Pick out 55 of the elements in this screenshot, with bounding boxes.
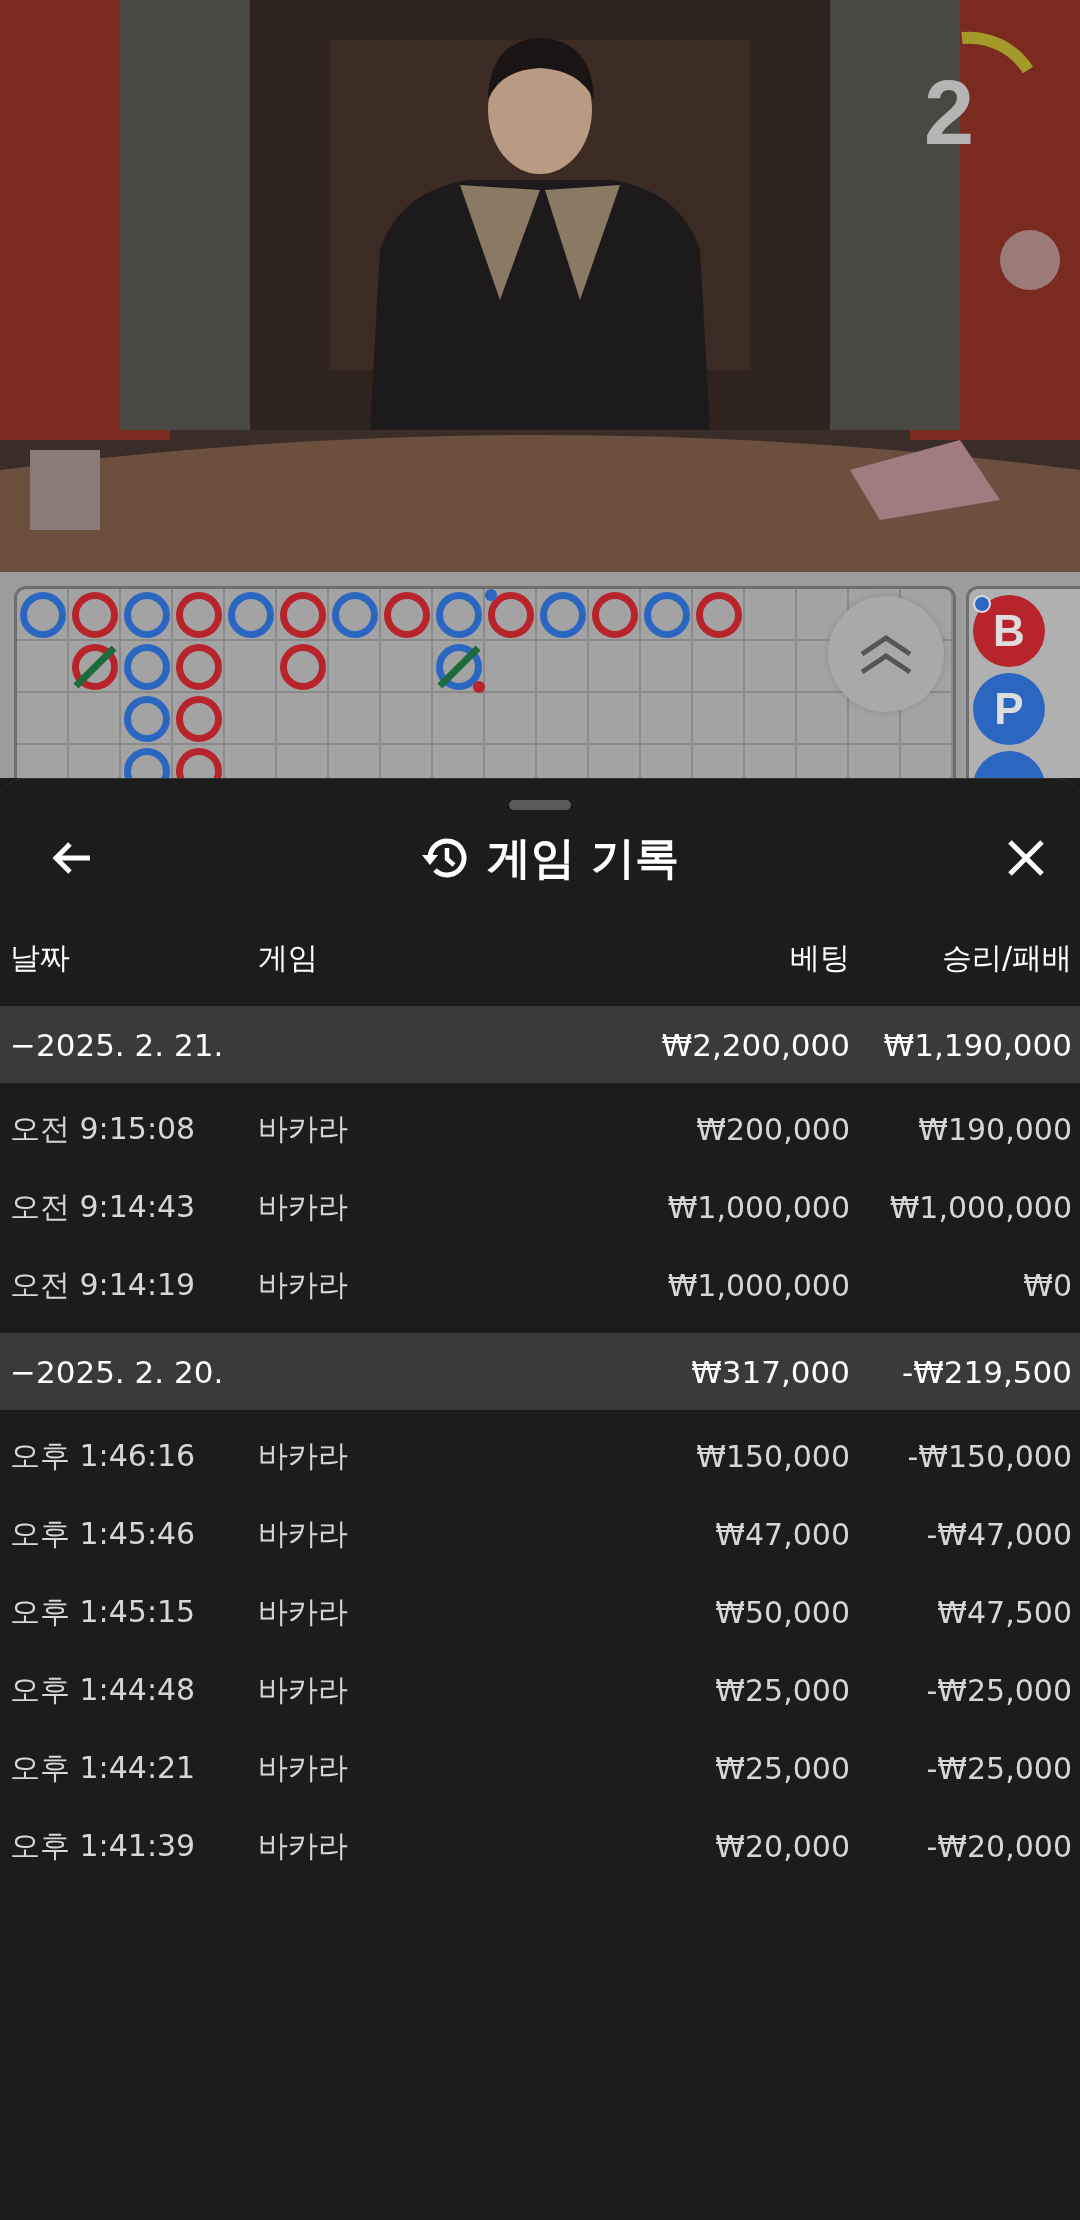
time-cell-text: 오후 1:46:16 [10,1436,197,1475]
group-result-total: ₩1,190,000 [882,1026,1072,1063]
bet-cell-text: ₩50,000 [714,1594,850,1630]
time-cell-text: 오전 9:15:08 [10,1109,197,1148]
sheet-title: 게임 기록 [487,830,679,885]
game-cell-text: 바카라 [258,1748,349,1787]
time-cell-text: 오후 1:45:15 [10,1592,197,1631]
column-header: 베팅 [789,938,850,977]
result-cell-text: -₩25,000 [925,1672,1072,1708]
column-header: 날짜 [10,938,71,977]
result-cell-text: -₩20,000 [925,1828,1072,1864]
game-cell-text: 바카라 [258,1514,349,1553]
game-cell-text: 바카라 [258,1592,349,1631]
bet-cell-text: ₩1,000,000 [666,1189,850,1225]
time-cell-text: 오후 1:44:21 [10,1748,197,1787]
column-header: 게임 [258,938,319,977]
date-group-row[interactable]: −2025. 2. 20. ₩317,000 -₩219,500 [0,1333,1080,1410]
drag-handle[interactable] [509,800,571,810]
bet-cell-text: ₩25,000 [714,1750,850,1786]
group-bet-total: ₩317,000 [690,1353,850,1390]
bet-cell-text: ₩1,000,000 [666,1267,850,1303]
game-cell-text: 바카라 [258,1187,349,1226]
time-cell-text: 오전 9:14:43 [10,1187,197,1226]
bet-cell-text: ₩47,000 [714,1516,850,1552]
result-cell-text: -₩47,000 [925,1516,1072,1552]
bet-cell-text: ₩150,000 [695,1438,850,1474]
result-cell-text: ₩190,000 [917,1111,1072,1147]
group-date: −2025. 2. 21. [10,1026,225,1063]
bet-cell-text: ₩25,000 [714,1672,850,1708]
result-cell-text: ₩0 [1022,1267,1072,1303]
time-cell-text: 오후 1:44:48 [10,1670,197,1709]
bet-cell-text: ₩200,000 [695,1111,850,1147]
countdown-number: 2 [924,68,975,158]
bead-marker: P [973,673,1045,745]
group-date: −2025. 2. 20. [10,1353,225,1390]
result-cell-text: ₩47,500 [936,1594,1072,1630]
result-cell-text: -₩25,000 [925,1750,1072,1786]
time-cell-text: 오후 1:45:46 [10,1514,197,1553]
group-bet-total: ₩2,200,000 [660,1026,850,1063]
column-header: 승리/패배 [940,938,1072,977]
result-cell-text: ₩1,000,000 [888,1189,1072,1225]
game-cell-text: 바카라 [258,1826,349,1865]
bet-cell-text: ₩20,000 [714,1828,850,1864]
time-cell-text: 오후 1:41:39 [10,1826,197,1865]
game-cell-text: 바카라 [258,1265,349,1304]
bead-marker: B [973,595,1045,667]
close-icon [1006,838,1046,878]
game-cell-text: 바카라 [258,1436,349,1475]
result-cell-text: -₩150,000 [906,1438,1072,1474]
time-cell-text: 오전 9:14:19 [10,1265,197,1304]
game-cell-text: 바카라 [258,1109,349,1148]
game-cell-text: 바카라 [258,1670,349,1709]
group-result-total: -₩219,500 [900,1353,1072,1390]
date-group-row[interactable]: −2025. 2. 21. ₩2,200,000 ₩1,190,000 [0,1006,1080,1083]
double-chevron-icon [858,632,914,676]
